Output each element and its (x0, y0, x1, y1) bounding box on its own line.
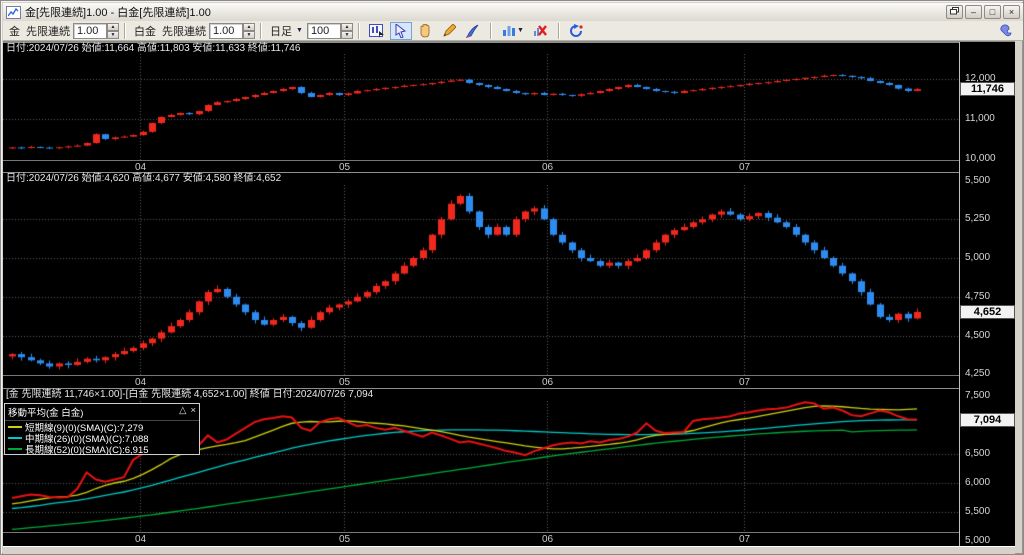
y-axis-label: 6,000 (965, 477, 991, 488)
gold-ratio-spinner[interactable]: ▲ ▼ (107, 22, 119, 39)
gold-label: 金 (9, 25, 20, 38)
y-axis-label: 6,500 (965, 448, 991, 459)
bar-count-spinner[interactable]: ▲ ▼ (340, 22, 353, 39)
bar-count-input[interactable]: 100 (306, 22, 341, 39)
window-title: 金[先限連続]1.00 - 白金[先限連続]1.00 (25, 7, 211, 19)
remove-indicator-button[interactable] (530, 22, 552, 40)
y-axis-label: 4,500 (965, 329, 991, 341)
legend-item-label: 長期線(52)(0)(SMA)(C):6,915 (25, 444, 149, 456)
x-axis-label: 04 (135, 377, 147, 388)
legend-close-icon[interactable]: × (190, 405, 196, 419)
x-axis-label: 06 (542, 534, 554, 545)
legend-line-swatch (8, 425, 22, 428)
y-axis-label: 4,250 (965, 368, 991, 380)
indicator-chart-button[interactable]: ▼ (498, 22, 528, 40)
platinum-x-axis: 04 05 06 07 (3, 375, 959, 388)
app-icon (6, 5, 21, 19)
x-axis-label: 07 (739, 534, 751, 545)
toolbar: 金 先限連続 1.00 ▲ ▼ 白金 先限連続 1.00 ▲ ▼ 日足 ▼ 100 … (3, 21, 1023, 41)
moving-average-legend: 移動平均(金 白金) △ × 短期線(9)(0)(SMA)(C):7,279 中期… (4, 403, 200, 456)
y-axis-label: 11,000 (965, 113, 995, 124)
gold-panel: 日付:2024/07/26 始値:11,664 高値:11,803 安値:11,… (3, 42, 959, 173)
legend-line-swatch (8, 447, 22, 450)
chart-area: 日付:2024/07/26 始値:11,664 高値:11,803 安値:11,… (3, 41, 1015, 547)
x-axis-label: 07 (739, 377, 751, 388)
y-axis-label: 7,500 (965, 390, 991, 401)
platinum-series-label: 先限連続 (162, 25, 206, 38)
refresh-button[interactable] (566, 22, 588, 40)
legend-line-swatch (8, 436, 22, 439)
legend-collapse-icon[interactable]: △ (179, 405, 186, 419)
platinum-ratio-spinner[interactable]: ▲ ▼ (243, 22, 255, 39)
toolbar-separator (260, 22, 262, 39)
x-axis-label: 05 (339, 377, 351, 388)
platinum-ratio-input[interactable]: 1.00 (209, 22, 243, 39)
y-axis-label: 4,750 (965, 290, 991, 302)
maximize-button[interactable]: □ (984, 5, 1001, 19)
last-price-box: 7,094 (960, 412, 1015, 427)
y-axis-label: 5,000 (965, 252, 991, 263)
hand-pan-button[interactable] (414, 22, 436, 40)
platinum-panel: 日付:2024/07/26 始値:4,620 高値:4,677 安値:4,580… (3, 172, 959, 388)
spread-panel: [金 先限連続 11,746×1.00]-[白金 先限連続 4,652×1.00… (3, 388, 959, 547)
select-cursor-button[interactable] (389, 21, 412, 40)
cascade-windows-button[interactable] (946, 5, 963, 19)
gold-chart-canvas[interactable] (3, 54, 959, 160)
annotation-pen-button[interactable] (462, 22, 484, 40)
gold-info-line: 日付:2024/07/26 始値:11,664 高値:11,803 安値:11,… (3, 42, 959, 54)
legend-title: 移動平均(金 白金) (8, 408, 84, 419)
indicator-dropdown-arrow[interactable]: ▼ (517, 27, 524, 34)
platinum-info-line: 日付:2024/07/26 始値:4,620 高値:4,677 安値:4,580… (3, 172, 959, 184)
settings-wrench-icon[interactable] (999, 24, 1013, 41)
timeframe-dropdown[interactable]: 日足 (270, 23, 292, 39)
y-axis-label: 10,000 (965, 153, 996, 164)
toolbar-separator (124, 22, 126, 39)
pencil-draw-button[interactable] (438, 22, 460, 40)
gold-ratio-input[interactable]: 1.00 (73, 22, 107, 39)
spread-info-line: [金 先限連続 11,746×1.00]-[白金 先限連続 4,652×1.00… (3, 388, 959, 400)
minimize-button[interactable]: – (965, 5, 982, 19)
y-axis-label: 5,000 (965, 535, 991, 546)
kline-chart-tool-button[interactable] (366, 22, 388, 40)
window-bottom-edge (3, 546, 1015, 554)
toolbar-separator (357, 22, 360, 39)
y-axis-label: 5,250 (965, 213, 991, 225)
last-price-box: 11,746 (960, 82, 1015, 97)
legend-item: 長期線(52)(0)(SMA)(C):6,915 (5, 443, 199, 456)
timeframe-dropdown-arrow[interactable]: ▼ (296, 27, 303, 34)
y-axis-label: 5,500 (965, 174, 991, 186)
y-axis-label: 5,500 (965, 506, 991, 517)
close-button[interactable]: × (1003, 5, 1020, 19)
platinum-chart-canvas[interactable] (3, 185, 959, 375)
toolbar-separator (557, 22, 560, 39)
app-window: 金[先限連続]1.00 - 白金[先限連続]1.00 – □ × 金 先限連続 … (0, 0, 1024, 555)
platinum-label: 白金 (134, 25, 156, 38)
gold-series-label: 先限連続 (26, 25, 70, 38)
x-axis-label: 06 (542, 377, 554, 388)
x-axis-label: 04 (135, 534, 147, 545)
price-axis-gutter: 12,000 11,000 10,000 11,746 5,500 5,250 5,000 4… (959, 42, 1015, 547)
title-bar: 金[先限連続]1.00 - 白金[先限連続]1.00 – □ × (3, 3, 1023, 21)
last-price-box: 4,652 (960, 304, 1015, 319)
x-axis-label: 05 (339, 534, 351, 545)
toolbar-separator (489, 22, 492, 39)
spread-x-axis: 04 05 06 07 (3, 532, 959, 545)
